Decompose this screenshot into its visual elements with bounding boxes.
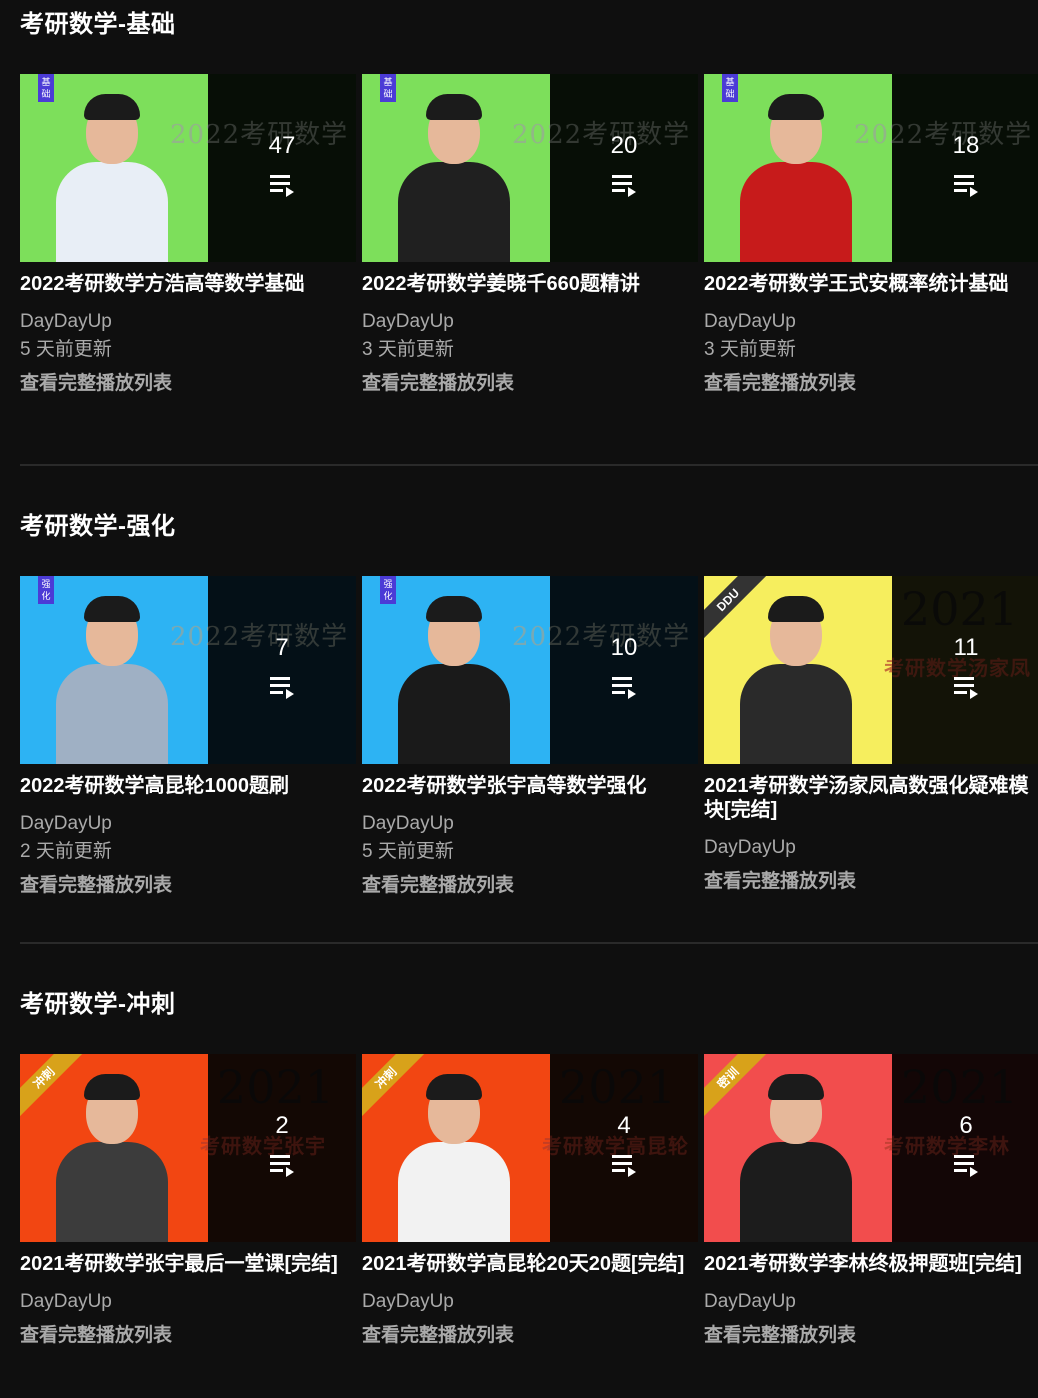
playlist-card[interactable]: 2022考研数学基础 20 2022考研数学姜晓千660题精讲 DayDayUp… [362,74,698,396]
presenter-image [398,92,510,262]
playlist-thumbnail[interactable]: 2022考研数学强化 7 [20,576,356,764]
playlist-card[interactable]: 2021考研数学汤家凤DDU 11 2021考研数学汤家凤高数强化疑难模块[完结… [704,576,1038,894]
playlist-title[interactable]: 2022考研数学高昆轮1000题刷 [20,774,360,798]
presenter-image [740,92,852,262]
presenter-image [56,594,168,764]
playlist-icon [612,1155,636,1177]
video-count: 10 [610,634,638,661]
channel-name[interactable]: DayDayUp [362,308,698,336]
thumbnail-overlay [892,1054,1038,1242]
presenter-image [56,1072,168,1242]
updated-time: 3 天前更新 [362,339,454,360]
updated-time: 5 天前更新 [20,339,112,360]
section-title: 考研数学-基础 [20,11,176,38]
playlist-card[interactable]: 2022考研数学基础 47 2022考研数学方浩高等数学基础 DayDayUp … [20,74,356,396]
playlist-card[interactable]: 2021考研数学李林密训 6 2021考研数学李林终极押题班[完结] DayDa… [704,1054,1038,1348]
view-full-playlist-link[interactable]: 查看完整播放列表 [704,1324,1038,1348]
playlist-title[interactable]: 2021考研数学汤家凤高数强化疑难模块[完结] [704,774,1038,822]
video-count: 20 [610,132,638,159]
playlist-thumbnail[interactable]: 2022考研数学基础 47 [20,74,356,262]
video-count: 47 [268,132,296,159]
playlist-icon [612,677,636,699]
view-full-playlist-link[interactable]: 查看完整播放列表 [20,372,356,396]
video-count: 6 [959,1112,973,1139]
view-full-playlist-link[interactable]: 查看完整播放列表 [704,870,1038,894]
presenter-image [398,1072,510,1242]
playlist-card[interactable]: 2022考研数学强化 7 2022考研数学高昆轮1000题刷 DayDayUp … [20,576,356,898]
playlist-thumbnail[interactable]: 2021考研数学李林密训 6 [704,1054,1038,1242]
thumbnail-badge: 强化 [380,576,396,604]
playlist-title[interactable]: 2022考研数学张宇高等数学强化 [362,774,702,798]
view-full-playlist-link[interactable]: 查看完整播放列表 [20,1324,356,1348]
section-divider [20,942,1038,944]
section-divider [20,464,1038,466]
playlist-icon [954,1155,978,1177]
thumbnail-overlay [550,74,698,262]
channel-name[interactable]: DayDayUp [20,308,356,336]
video-count: 4 [617,1112,631,1139]
channel-name[interactable]: DayDayUp [704,834,1038,862]
view-full-playlist-link[interactable]: 查看完整播放列表 [362,1324,698,1348]
presenter-image [56,92,168,262]
thumbnail-overlay [550,1054,698,1242]
playlist-icon [270,1155,294,1177]
playlist-card[interactable]: 2022考研数学基础 18 2022考研数学王式安概率统计基础 DayDayUp… [704,74,1038,396]
channel-name[interactable]: DayDayUp [704,1288,1038,1316]
playlist-icon [270,677,294,699]
channel-name[interactable]: DayDayUp [20,810,356,838]
thumbnail-badge: 强化 [38,576,54,604]
updated-time: 3 天前更新 [704,339,796,360]
view-full-playlist-link[interactable]: 查看完整播放列表 [20,874,356,898]
view-full-playlist-link[interactable]: 查看完整播放列表 [704,372,1038,396]
playlist-title[interactable]: 2022考研数学王式安概率统计基础 [704,272,1038,296]
video-count: 18 [952,132,980,159]
thumbnail-badge: 基础 [38,74,54,102]
playlist-icon [270,175,294,197]
playlist-card[interactable]: 2021考研数学张宇冲刺 2 2021考研数学张宇最后一堂课[完结] DayDa… [20,1054,356,1348]
playlist-thumbnail[interactable]: 2021考研数学高昆轮冲刺 4 [362,1054,698,1242]
channel-name[interactable]: DayDayUp [704,308,1038,336]
playlist-thumbnail[interactable]: 2021考研数学汤家凤DDU 11 [704,576,1038,764]
video-count: 11 [953,634,979,661]
playlist-thumbnail[interactable]: 2022考研数学基础 20 [362,74,698,262]
section-title: 考研数学-冲刺 [20,991,176,1018]
updated-time: 2 天前更新 [20,841,112,862]
playlist-thumbnail[interactable]: 2022考研数学强化 10 [362,576,698,764]
video-count: 2 [275,1112,289,1139]
thumbnail-badge: 基础 [380,74,396,102]
playlist-card[interactable]: 2022考研数学强化 10 2022考研数学张宇高等数学强化 DayDayUp … [362,576,698,898]
view-full-playlist-link[interactable]: 查看完整播放列表 [362,874,698,898]
playlist-title[interactable]: 2021考研数学高昆轮20天20题[完结] [362,1252,702,1276]
view-full-playlist-link[interactable]: 查看完整播放列表 [362,372,698,396]
presenter-image [740,1072,852,1242]
playlist-thumbnail[interactable]: 2022考研数学基础 18 [704,74,1038,262]
thumbnail-badge: 基础 [722,74,738,102]
thumbnail-overlay [550,576,698,764]
playlist-icon [954,175,978,197]
video-count: 7 [275,634,289,661]
thumbnail-overlay [208,74,356,262]
thumbnail-overlay [892,576,1038,764]
presenter-image [740,594,852,764]
thumbnail-overlay [892,74,1038,262]
playlist-title[interactable]: 2022考研数学姜晓千660题精讲 [362,272,702,296]
thumbnail-overlay [208,1054,356,1242]
thumbnail-overlay [208,576,356,764]
playlist-title[interactable]: 2021考研数学张宇最后一堂课[完结] [20,1252,360,1276]
playlist-card[interactable]: 2021考研数学高昆轮冲刺 4 2021考研数学高昆轮20天20题[完结] Da… [362,1054,698,1348]
section-title: 考研数学-强化 [20,513,176,540]
playlist-icon [612,175,636,197]
updated-time: 5 天前更新 [362,841,454,862]
playlist-title[interactable]: 2022考研数学方浩高等数学基础 [20,272,360,296]
playlist-title[interactable]: 2021考研数学李林终极押题班[完结] [704,1252,1038,1276]
channel-name[interactable]: DayDayUp [362,1288,698,1316]
channel-name[interactable]: DayDayUp [20,1288,356,1316]
playlist-icon [954,677,978,699]
playlist-thumbnail[interactable]: 2021考研数学张宇冲刺 2 [20,1054,356,1242]
presenter-image [398,594,510,764]
channel-name[interactable]: DayDayUp [362,810,698,838]
